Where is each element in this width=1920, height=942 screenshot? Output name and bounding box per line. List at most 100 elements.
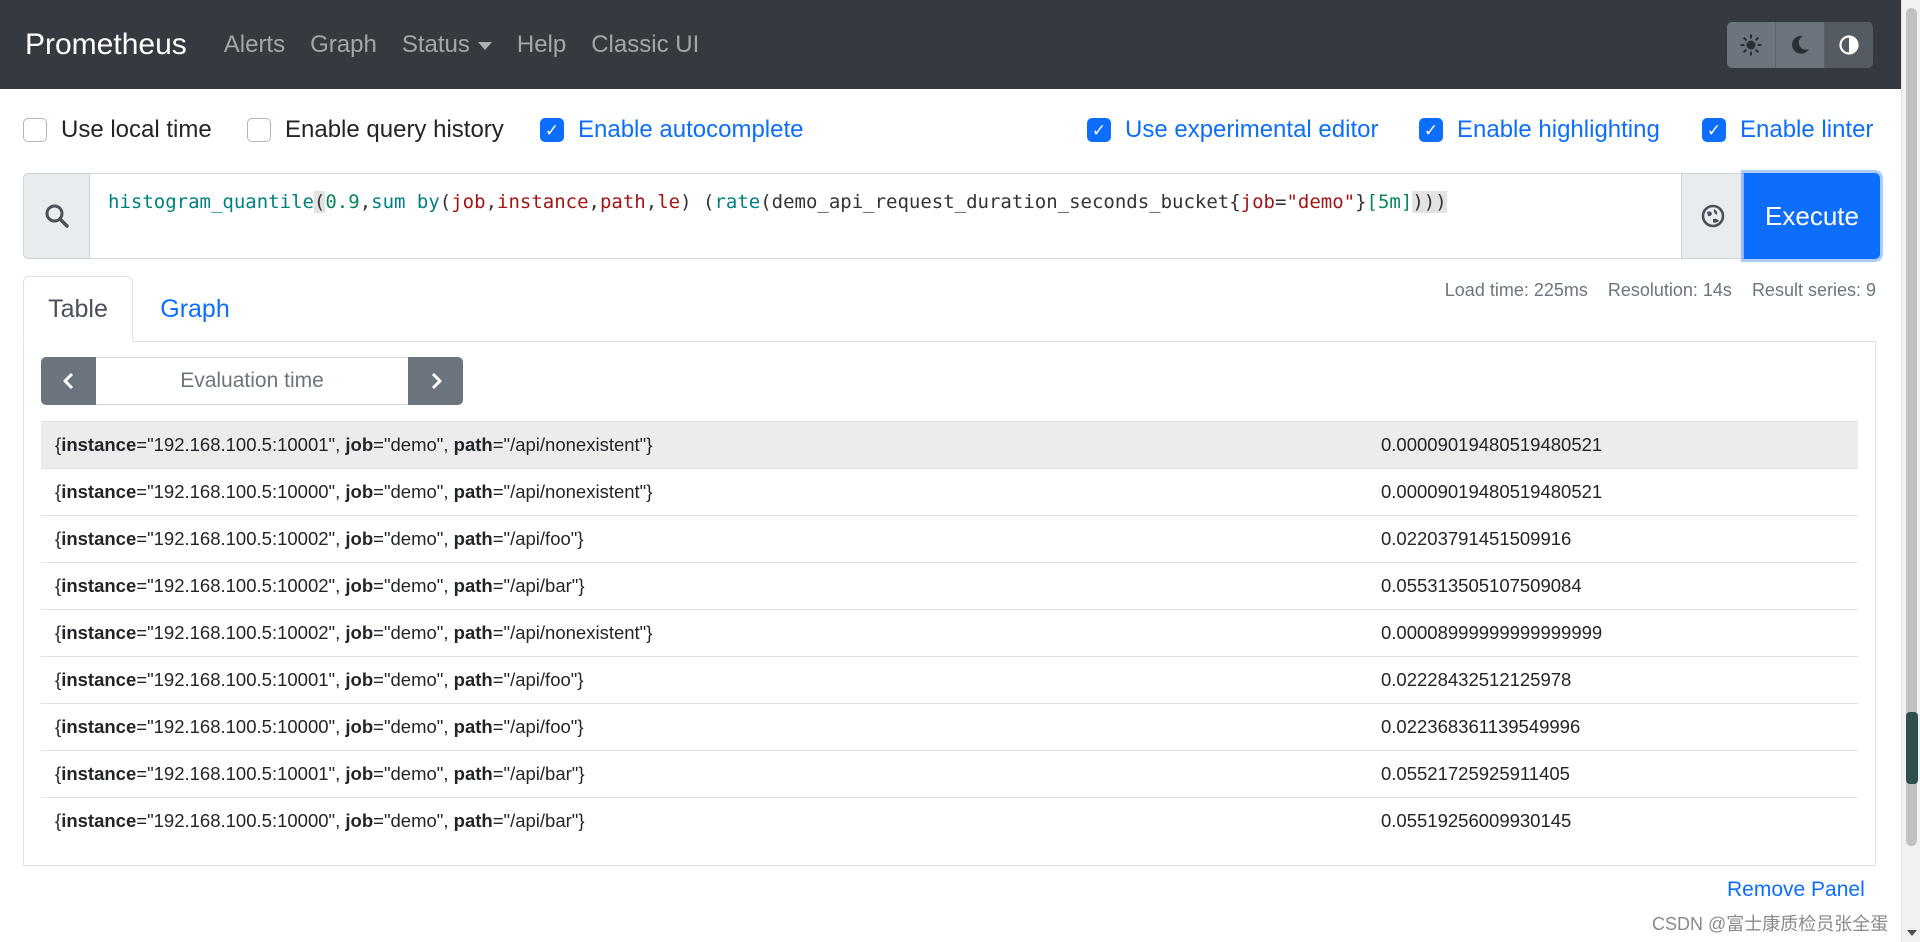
label-value-job: "demo" xyxy=(383,622,444,643)
globe-icon xyxy=(1701,204,1724,228)
eval-next-button[interactable] xyxy=(408,357,463,405)
nav-alerts[interactable]: Alerts xyxy=(224,31,285,59)
label-key-path: path xyxy=(453,716,493,737)
tab-table[interactable]: Table xyxy=(23,276,133,342)
table-row: {instance="192.168.100.5:10000", job="de… xyxy=(41,468,1858,515)
enable-query-history-label: Enable query history xyxy=(285,116,504,143)
expr-token: ( xyxy=(702,191,715,213)
expr-token: ) xyxy=(680,191,703,213)
separator: , xyxy=(443,481,454,502)
separator: , xyxy=(335,716,346,737)
expression-row: histogram_quantile(0.9,sum by(job,instan… xyxy=(23,173,1880,259)
sample-value: 0.05521725925911405 xyxy=(1381,763,1570,784)
equals: = xyxy=(136,575,148,596)
label-value-path: "/api/nonexistent" xyxy=(503,481,647,502)
label-value-path: "/api/foo" xyxy=(503,528,578,549)
label-key-instance: instance xyxy=(61,763,137,784)
brace-close: } xyxy=(578,763,585,784)
equals: = xyxy=(136,669,148,690)
separator: , xyxy=(335,528,346,549)
table-row: {instance="192.168.100.5:10002", job="de… xyxy=(41,515,1858,562)
brace-close: } xyxy=(646,481,653,502)
label-key-path: path xyxy=(453,434,493,455)
results-table: {instance="192.168.100.5:10001", job="de… xyxy=(41,421,1858,844)
equals: = xyxy=(136,481,148,502)
separator: , xyxy=(443,434,454,455)
enable-highlighting-option[interactable]: ✓ Enable highlighting xyxy=(1419,113,1660,147)
label-value-instance: "192.168.100.5:10002" xyxy=(147,528,336,549)
nav-classic-ui[interactable]: Classic UI xyxy=(591,31,699,59)
label-value-instance: "192.168.100.5:10001" xyxy=(147,763,336,784)
enable-query-history-checkbox[interactable] xyxy=(247,118,271,142)
series-labels: {instance="192.168.100.5:10001", job="de… xyxy=(41,669,1381,691)
watermark: CSDN @富士康质检员张全蛋 xyxy=(1652,914,1889,934)
label-value-path: "/api/bar" xyxy=(503,810,579,831)
metrics-explorer-button[interactable] xyxy=(1682,173,1744,259)
expr-token: [5m] xyxy=(1366,191,1413,213)
label-key-path: path xyxy=(453,575,493,596)
enable-autocomplete-option[interactable]: ✓ Enable autocomplete xyxy=(540,113,804,147)
enable-highlighting-label: Enable highlighting xyxy=(1457,116,1660,143)
label-value-job: "demo" xyxy=(383,528,444,549)
separator: , xyxy=(335,575,346,596)
theme-auto-button[interactable] xyxy=(1825,22,1873,68)
page-scrollbar[interactable] xyxy=(1901,0,1920,942)
equals: = xyxy=(136,528,148,549)
series-labels: {instance="192.168.100.5:10001", job="de… xyxy=(41,434,1381,456)
theme-dark-button[interactable] xyxy=(1776,22,1825,68)
sample-value: 0.022368361139549996 xyxy=(1381,716,1581,737)
enable-autocomplete-label: Enable autocomplete xyxy=(578,116,804,143)
use-experimental-editor-option[interactable]: ✓ Use experimental editor xyxy=(1087,113,1378,147)
label-key-path: path xyxy=(453,481,493,502)
equals: = xyxy=(492,434,504,455)
scroll-down-arrow-icon[interactable] xyxy=(1907,930,1917,936)
eval-prev-button[interactable] xyxy=(41,357,96,405)
remove-panel-link[interactable]: Remove Panel xyxy=(1727,878,1865,902)
expression-input[interactable]: histogram_quantile(0.9,sum by(job,instan… xyxy=(89,173,1682,259)
nav-help[interactable]: Help xyxy=(517,31,566,59)
enable-highlighting-checkbox[interactable]: ✓ xyxy=(1419,118,1443,142)
side-widget[interactable] xyxy=(1906,712,1918,784)
label-key-instance: instance xyxy=(61,528,137,549)
nav-graph[interactable]: Graph xyxy=(310,31,377,59)
brand-logo[interactable]: Prometheus xyxy=(25,28,187,62)
use-experimental-editor-checkbox[interactable]: ✓ xyxy=(1087,118,1111,142)
expr-token: 0.9 xyxy=(325,191,360,213)
nav-status-dropdown[interactable]: Status xyxy=(402,31,492,59)
label-key-job: job xyxy=(345,810,374,831)
label-value-path: "/api/bar" xyxy=(503,575,579,596)
label-key-job: job xyxy=(345,716,374,737)
series-labels: {instance="192.168.100.5:10002", job="de… xyxy=(41,575,1381,597)
sample-value: 0.00009019480519480521 xyxy=(1381,481,1603,502)
label-key-path: path xyxy=(453,528,493,549)
table-row: {instance="192.168.100.5:10001", job="de… xyxy=(41,656,1858,703)
execute-button[interactable]: Execute xyxy=(1744,173,1880,259)
equals: = xyxy=(373,481,384,502)
label-value-instance: "192.168.100.5:10000" xyxy=(147,716,336,737)
enable-linter-checkbox[interactable]: ✓ xyxy=(1702,118,1726,142)
enable-query-history-option[interactable]: Enable query history xyxy=(247,113,504,147)
use-local-time-checkbox[interactable] xyxy=(23,118,47,142)
tab-graph[interactable]: Graph xyxy=(135,276,255,342)
brace-close: } xyxy=(577,528,584,549)
expr-token: "demo" xyxy=(1286,191,1356,213)
label-value-job: "demo" xyxy=(383,810,444,831)
use-local-time-option[interactable]: Use local time xyxy=(23,113,212,147)
label-key-job: job xyxy=(345,575,374,596)
equals: = xyxy=(492,763,504,784)
label-key-job: job xyxy=(345,669,374,690)
enable-autocomplete-checkbox[interactable]: ✓ xyxy=(540,118,564,142)
table-row: {instance="192.168.100.5:10002", job="de… xyxy=(41,609,1858,656)
theme-light-button[interactable] xyxy=(1727,22,1776,68)
label-key-instance: instance xyxy=(61,810,137,831)
equals: = xyxy=(136,622,148,643)
search-addon xyxy=(23,173,89,259)
evaluation-time-input[interactable]: Evaluation time xyxy=(96,357,408,405)
expr-token: le xyxy=(657,191,681,213)
enable-linter-option[interactable]: ✓ Enable linter xyxy=(1702,113,1873,147)
resolution: Resolution: 14s xyxy=(1607,280,1732,300)
moon-icon xyxy=(1792,35,1809,54)
expr-token: { xyxy=(1229,191,1241,213)
label-value-job: "demo" xyxy=(383,716,444,737)
label-key-job: job xyxy=(345,763,374,784)
